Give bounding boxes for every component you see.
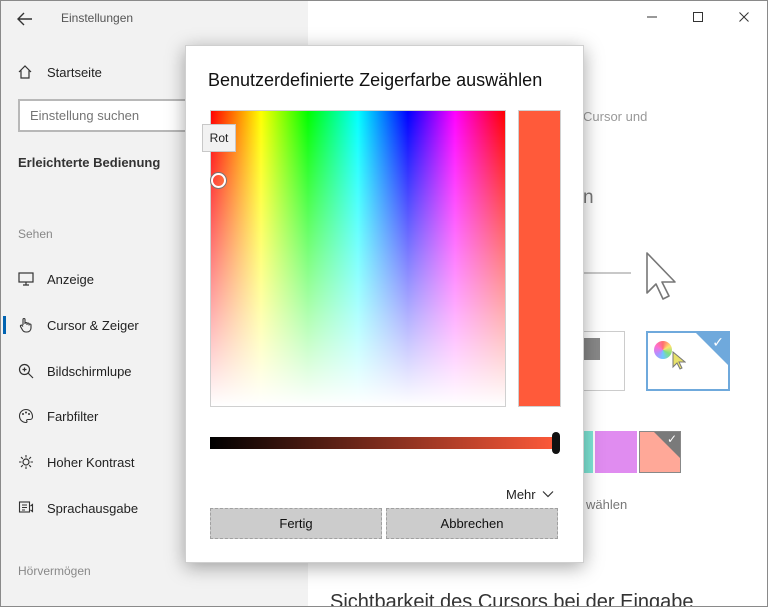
color-swatch-aqua[interactable] [584, 431, 593, 473]
section-title: Erleichterte Bedienung [18, 155, 161, 170]
brightness-icon [17, 453, 35, 471]
maximize-icon [693, 12, 703, 22]
sidebar-item-home[interactable]: Startseite [17, 59, 102, 85]
chevron-down-icon [542, 491, 554, 498]
back-button[interactable] [11, 7, 39, 31]
size-slider-track[interactable] [583, 272, 631, 274]
palette-icon [17, 407, 35, 425]
sidebar-item-label: Hoher Kontrast [47, 454, 135, 470]
narrator-icon [17, 499, 35, 517]
window-controls [629, 1, 767, 33]
brightness-slider-thumb[interactable] [552, 432, 560, 454]
cursor-preview-icon [646, 252, 676, 300]
minimize-button[interactable] [629, 1, 675, 33]
check-icon: ✓ [666, 432, 677, 446]
magnifier-icon [17, 362, 35, 380]
home-label: Startseite [47, 64, 102, 80]
close-icon [739, 12, 749, 22]
custom-pointer-color-dialog: Benutzerdefinierte Zeigerfarbe auswählen… [185, 45, 584, 563]
group-label-hear: Hörvermögen [18, 564, 91, 578]
sidebar-item-label: Cursor & Zeiger [47, 317, 139, 333]
group-label-see: Sehen [18, 227, 53, 241]
color-swatch-custom[interactable]: ✓ [639, 431, 681, 473]
sidebar-item-label: Sprachausgabe [47, 500, 139, 516]
selected-color-preview [518, 110, 561, 407]
done-button[interactable]: Fertig [210, 508, 382, 539]
maximize-button[interactable] [675, 1, 721, 33]
settings-window: Einstellungen Startseite Erleichterte Be… [0, 0, 768, 607]
main-partial-link[interactable]: wählen [586, 497, 627, 512]
minimize-icon [647, 16, 657, 18]
app-title: Einstellungen [61, 11, 134, 25]
dialog-title: Benutzerdefinierte Zeigerfarbe auswählen [208, 70, 543, 90]
close-button[interactable] [721, 1, 767, 33]
color-swatch-violet[interactable] [595, 431, 637, 473]
sidebar-item-label: Bildschirmlupe [47, 363, 132, 379]
main-partial-text: Cursor und [583, 109, 648, 124]
pointer-color-option-custom[interactable]: ✓ [646, 331, 730, 391]
brightness-slider[interactable] [210, 437, 558, 449]
color-spectrum-field[interactable] [210, 110, 506, 407]
home-icon [18, 65, 32, 79]
cursor-color-icon [672, 351, 686, 370]
check-icon: ✓ [712, 334, 724, 350]
color-name-tooltip: Rot [202, 124, 236, 152]
more-button[interactable]: Mehr [506, 484, 554, 504]
sidebar-item-label: Anzeige [47, 271, 94, 287]
pointer-color-option-inverted[interactable] [577, 331, 625, 391]
main-partial-heading: n [583, 187, 594, 208]
monitor-icon [17, 270, 35, 288]
cancel-button[interactable]: Abbrechen [386, 508, 558, 539]
pointer-hand-icon [17, 316, 35, 334]
arrow-left-icon [17, 12, 32, 26]
color-picker-handle[interactable] [211, 173, 226, 188]
cursor-visibility-heading: Sichtbarkeit des Cursors bei der Eingabe [330, 591, 694, 607]
sidebar-item-label: Farbfilter [47, 408, 99, 424]
more-label: Mehr [506, 486, 536, 502]
color-wheel-icon [654, 341, 672, 359]
